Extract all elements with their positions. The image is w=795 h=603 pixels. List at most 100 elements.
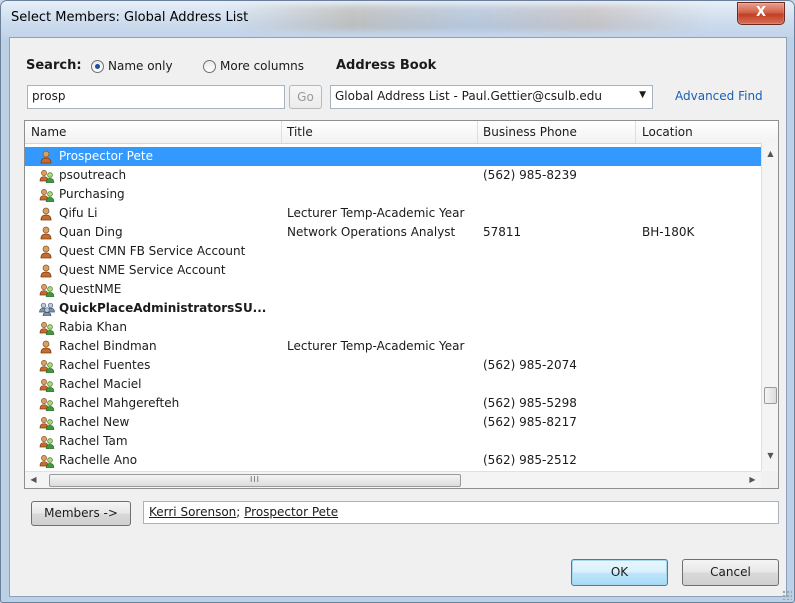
member-entry[interactable]: Kerri Sorenson — [149, 505, 236, 519]
search-label: Search: — [26, 58, 82, 73]
user-icon — [39, 207, 55, 221]
column-header-title[interactable]: Title — [287, 125, 313, 139]
table-row[interactable]: Rachel Bindman Lecturer Temp-Academic Yea… — [25, 337, 761, 356]
column-header-business-phone[interactable]: Business Phone — [483, 125, 577, 139]
cell-name: Quest NME Service Account — [59, 263, 226, 277]
column-divider[interactable] — [281, 121, 282, 143]
distribution-list-icon — [39, 302, 55, 317]
group-icon — [39, 188, 55, 202]
scroll-down-icon[interactable]: ▼ — [762, 451, 778, 460]
resize-grip-icon[interactable] — [782, 590, 792, 600]
table-row[interactable]: Quan Ding Network Operations Analyst 57811… — [25, 223, 761, 242]
cell-name: Quest CMN FB Service Account — [59, 244, 246, 258]
vertical-scroll-thumb[interactable] — [764, 387, 777, 404]
cell-business-phone: 57811 — [483, 225, 522, 239]
list-header: Name Title Business Phone Location — [25, 121, 778, 144]
group-icon — [39, 359, 55, 373]
go-button[interactable]: Go — [289, 85, 322, 109]
cell-name: Rachel New — [59, 415, 130, 429]
members-field[interactable]: Kerri Sorenson; Prospector Pete — [143, 501, 779, 524]
group-icon — [39, 454, 55, 468]
table-row[interactable]: Rachelle Ano (562) 985-2512 — [25, 451, 761, 470]
more-columns-radio[interactable] — [203, 60, 216, 73]
window-title: Select Members: Global Address List — [11, 10, 249, 25]
address-book-select[interactable]: Global Address List - Paul.Gettier@csulb… — [330, 85, 653, 109]
cell-business-phone: (562) 985-2074 — [483, 358, 577, 372]
table-row[interactable]: Prospector Pete — [25, 147, 761, 166]
column-divider[interactable] — [635, 121, 636, 143]
cell-name: Qifu Li — [59, 206, 98, 220]
cell-business-phone: (562) 985-8239 — [483, 168, 577, 182]
table-row[interactable]: Rabia Khan — [25, 318, 761, 337]
group-icon — [39, 416, 55, 430]
scroll-left-icon[interactable]: ◀ — [25, 475, 42, 484]
search-input[interactable]: prosp — [27, 85, 285, 109]
group-icon — [39, 397, 55, 411]
title-bar-background — [231, 5, 711, 31]
name-only-radio[interactable] — [91, 60, 104, 73]
cell-business-phone: (562) 985-2512 — [483, 453, 577, 467]
cell-location: BH-180K — [642, 225, 695, 239]
column-header-name[interactable]: Name — [31, 125, 66, 139]
name-only-label[interactable]: Name only — [108, 59, 173, 73]
cell-name: Rachel Bindman — [59, 339, 157, 353]
table-row[interactable]: Rachel Tam — [25, 432, 761, 451]
group-icon — [39, 435, 55, 449]
table-row[interactable]: Qifu Li Lecturer Temp-Academic Year — [25, 204, 761, 223]
more-columns-label[interactable]: More columns — [220, 59, 304, 73]
scroll-up-icon[interactable]: ▲ — [762, 149, 778, 158]
group-icon — [39, 321, 55, 335]
user-icon — [39, 245, 55, 259]
cell-name: psoutreach — [59, 168, 127, 182]
scroll-corner — [761, 471, 778, 488]
cell-title: Network Operations Analyst — [287, 225, 456, 239]
cell-name: Rachelle Ano — [59, 453, 138, 467]
table-row[interactable]: Rachel Fuentes (562) 985-2074 — [25, 356, 761, 375]
table-row[interactable]: Rachel Mahgerefteh (562) 985-5298 — [25, 394, 761, 413]
title-bar[interactable]: Select Members: Global Address List X — [1, 1, 794, 37]
user-icon — [39, 226, 55, 240]
table-row[interactable]: Rachel Maciel — [25, 375, 761, 394]
cell-name: QuickPlaceAdministratorsSU... — [59, 301, 267, 315]
horizontal-scrollbar[interactable]: ◀ III ▶ — [25, 471, 761, 488]
table-row[interactable]: QuestNME — [25, 280, 761, 299]
table-row[interactable]: QuickPlaceAdministratorsSU... — [25, 299, 761, 318]
address-book-value: Global Address List - Paul.Gettier@csulb… — [335, 89, 603, 103]
select-members-dialog: Select Members: Global Address List X Se… — [0, 0, 795, 603]
cell-business-phone: (562) 985-5298 — [483, 396, 577, 410]
cell-title: Lecturer Temp-Academic Year — [287, 206, 465, 220]
cell-name: Rachel Mahgerefteh — [59, 396, 180, 410]
horizontal-scroll-thumb[interactable]: III — [49, 474, 461, 487]
members-button[interactable]: Members -> — [31, 501, 131, 526]
user-icon — [39, 340, 55, 354]
table-row[interactable]: Rachel New (562) 985-8217 — [25, 413, 761, 432]
address-book-label: Address Book — [336, 58, 437, 73]
cell-name: Quan Ding — [59, 225, 123, 239]
member-separator: ; — [236, 505, 245, 519]
user-icon — [39, 264, 55, 278]
user-icon — [39, 150, 55, 164]
scroll-right-icon[interactable]: ▶ — [744, 475, 761, 484]
table-row[interactable]: Quest CMN FB Service Account — [25, 242, 761, 261]
column-header-location[interactable]: Location — [642, 125, 693, 139]
grip-icon: III — [249, 475, 261, 484]
cell-title: Lecturer Temp-Academic Year — [287, 339, 465, 353]
cell-name: Rabia Khan — [59, 320, 127, 334]
cell-business-phone: (562) 985-8217 — [483, 415, 577, 429]
column-divider[interactable] — [477, 121, 478, 143]
advanced-find-link[interactable]: Advanced Find — [675, 89, 763, 103]
ok-button[interactable]: OK — [571, 559, 668, 586]
cell-name: Rachel Fuentes — [59, 358, 151, 372]
member-entry[interactable]: Prospector Pete — [244, 505, 338, 519]
address-list: Name Title Business Phone Location Prosp… — [24, 120, 779, 489]
cell-name: Prospector Pete — [59, 149, 153, 163]
vertical-scrollbar[interactable]: ▲ ▼ — [761, 143, 778, 471]
table-row[interactable]: Purchasing — [25, 185, 761, 204]
cell-name: Rachel Tam — [59, 434, 128, 448]
table-row[interactable]: Quest NME Service Account — [25, 261, 761, 280]
table-row[interactable]: psoutreach (562) 985-8239 — [25, 166, 761, 185]
list-rows: Prospector Pete psoutreach (562) 985-8239 P… — [25, 147, 761, 472]
cell-name: Purchasing — [59, 187, 125, 201]
close-button[interactable]: X — [737, 2, 785, 25]
cancel-button[interactable]: Cancel — [682, 559, 779, 586]
